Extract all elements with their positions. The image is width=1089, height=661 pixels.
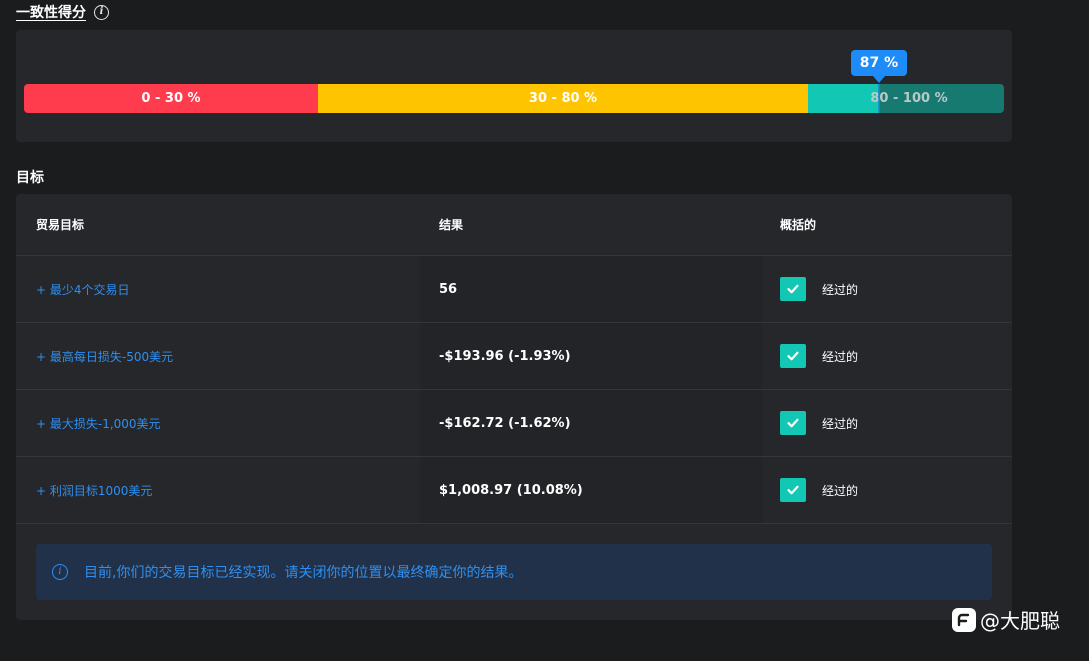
score-segment-high: 80 - 100 %: [808, 84, 1004, 113]
result-value: 56: [439, 281, 458, 297]
watermark: @大肥聪: [952, 605, 1060, 634]
status-label: 经过的: [822, 282, 859, 297]
score-segment-low: 0 - 30 %: [24, 84, 318, 113]
brand-logo-icon: [952, 607, 976, 632]
score-marker-line: [878, 84, 880, 113]
table-row: + 最高每日损失-500美元 -$193.96 (-1.93%) 经过的: [16, 323, 1012, 390]
table-row: + 最大损失-1,000美元 -$162.72 (-1.62%) 经过的: [16, 390, 1012, 457]
objectives-notice: i 目前,你们的交易目标已经实现。请关闭你的位置以最终确定你的结果。: [36, 544, 992, 600]
goal-link[interactable]: + 最大损失-1,000美元: [36, 415, 161, 432]
objectives-table: 贸易目标 结果 概括的 + 最少4个交易日 56 经过的 + 最高每日损失-50…: [16, 194, 1012, 620]
score-range-bar: 0 - 30 % 30 - 80 % 80 - 100 %: [24, 84, 1004, 113]
check-icon: [780, 277, 806, 301]
table-header-row: 贸易目标 结果 概括的: [16, 194, 1012, 256]
check-icon: [780, 478, 806, 502]
goal-link[interactable]: + 利润目标1000美元: [36, 482, 152, 499]
consistency-score-panel: 0 - 30 % 30 - 80 % 80 - 100 % 87 %: [16, 30, 1012, 142]
notice-text: 目前,你们的交易目标已经实现。请关闭你的位置以最终确定你的结果。: [84, 565, 523, 581]
consistency-score-title[interactable]: 一致性得分: [16, 2, 86, 22]
status-label: 经过的: [822, 349, 859, 364]
consistency-score-heading: 一致性得分 i: [16, 2, 109, 22]
header-summary: 概括的: [780, 218, 817, 232]
status-label: 经过的: [822, 416, 859, 431]
goal-link[interactable]: + 最高每日损失-500美元: [36, 348, 173, 365]
table-row: + 利润目标1000美元 $1,008.97 (10.08%) 经过的: [16, 457, 1012, 524]
check-icon: [780, 344, 806, 368]
table-row: + 最少4个交易日 56 经过的: [16, 256, 1012, 323]
result-value: -$193.96 (-1.93%): [439, 348, 571, 364]
result-value: -$162.72 (-1.62%): [439, 415, 571, 431]
info-icon: i: [52, 564, 68, 580]
goal-link[interactable]: + 最少4个交易日: [36, 281, 130, 298]
result-value: $1,008.97 (10.08%): [439, 482, 583, 498]
score-segment-mid: 30 - 80 %: [318, 84, 808, 113]
header-result: 结果: [439, 218, 464, 232]
status-label: 经过的: [822, 483, 859, 498]
objectives-title: 目标: [16, 170, 44, 186]
watermark-text: @大肥聪: [980, 609, 1060, 633]
header-goal: 贸易目标: [36, 218, 85, 232]
check-icon: [780, 411, 806, 435]
score-value-badge: 87 %: [851, 50, 907, 83]
info-icon[interactable]: i: [94, 4, 109, 20]
